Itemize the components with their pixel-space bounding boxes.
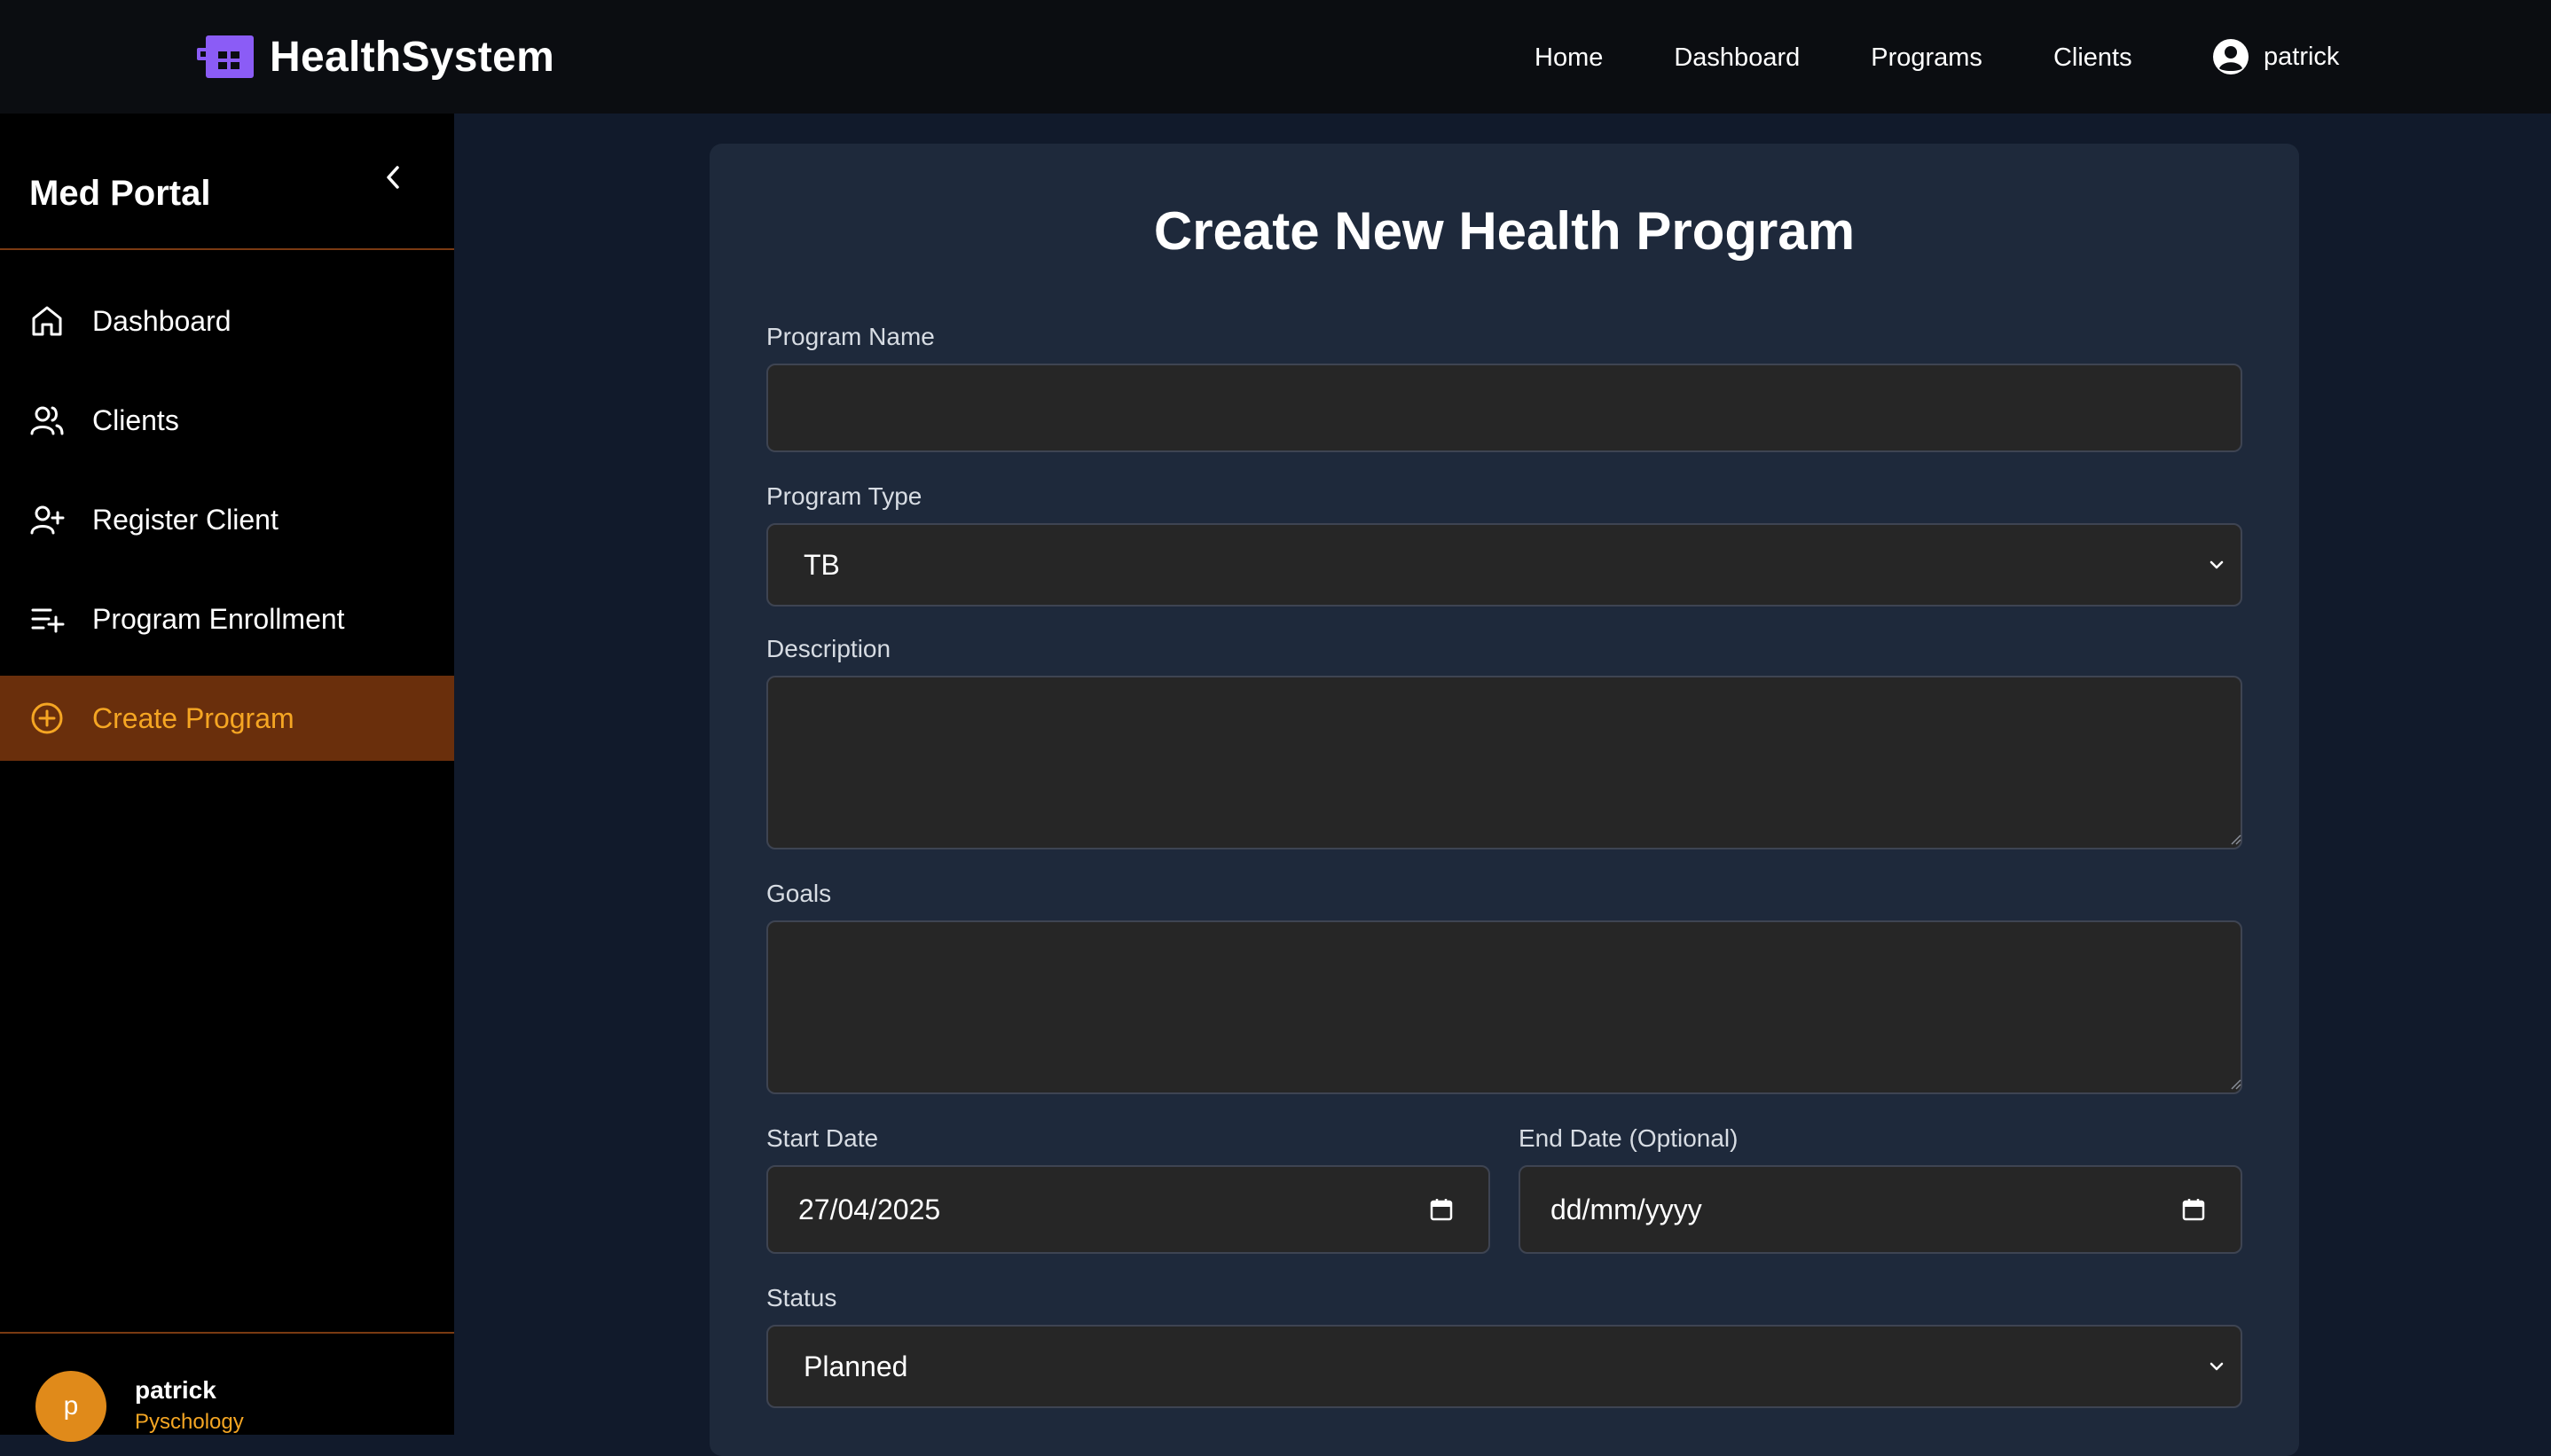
nav-home-link[interactable]: Home (1535, 43, 1603, 73)
program-type-label: Program Type (766, 482, 922, 510)
calendar-icon[interactable] (2180, 1196, 2207, 1223)
chevron-down-icon (2210, 1362, 2224, 1371)
nav-dashboard-link[interactable]: Dashboard (1674, 43, 1800, 73)
status-value: Planned (804, 1350, 908, 1382)
profile-name: patrick (135, 1376, 216, 1404)
chevron-left-icon (387, 166, 399, 189)
goals-label: Goals (766, 880, 832, 907)
page-title: Create New Health Program (1153, 201, 1856, 261)
user-circle-icon (2213, 39, 2249, 74)
puzzle-logo-icon (197, 35, 254, 78)
sidebar-user-profile[interactable]: p patrick Pyschology (0, 1332, 454, 1442)
resize-grip-icon[interactable] (2228, 1076, 2242, 1091)
sidebar-item-label: Dashboard (92, 304, 232, 337)
profile-role: Pyschology (135, 1410, 244, 1434)
start-date-value: 27/04/2025 (798, 1193, 941, 1225)
end-date-value: dd/mm/yyyy (1550, 1193, 1702, 1225)
sidebar-item-clients[interactable]: Clients (0, 378, 454, 463)
brand[interactable]: HealthSystem (197, 30, 554, 83)
plus-circle-icon (28, 700, 66, 737)
program-type-value: TB (804, 548, 840, 581)
sidebar-title: Med Portal (29, 174, 211, 213)
sidebar-item-register-client[interactable]: Register Client (0, 477, 454, 562)
sidebar-item-label: Program Enrollment (92, 602, 345, 635)
description-label: Description (766, 635, 891, 662)
top-navbar: HealthSystem Home Dashboard Programs Cli… (0, 0, 2551, 114)
sidebar-collapse-button[interactable] (376, 158, 412, 197)
description-textarea[interactable] (766, 676, 2242, 849)
sidebar-item-label: Register Client (92, 503, 279, 536)
sidebar-item-program-enrollment[interactable]: Program Enrollment (0, 576, 454, 661)
avatar: p (35, 1371, 106, 1442)
end-date-label: End Date (Optional) (1519, 1124, 1739, 1152)
program-type-select[interactable]: TB (766, 523, 2242, 607)
sidebar: Med Portal Dashboard Clients Register Cl… (0, 114, 454, 1442)
status-label: Status (766, 1284, 837, 1311)
sidebar-item-label: Clients (92, 403, 179, 436)
top-nav: Home Dashboard Programs Clients (1535, 35, 2203, 80)
start-date-input[interactable]: 27/04/2025 (766, 1165, 1490, 1254)
user-plus-icon (28, 501, 66, 538)
user-menu[interactable]: patrick (2212, 36, 2339, 77)
sidebar-item-create-program[interactable]: Create Program (0, 676, 454, 761)
sidebar-item-label: Create Program (92, 701, 294, 734)
program-name-input[interactable] (766, 364, 2242, 452)
resize-grip-icon[interactable] (2228, 832, 2242, 846)
nav-programs-link[interactable]: Programs (1871, 43, 1982, 73)
start-date-label: Start Date (766, 1124, 879, 1152)
program-name-label: Program Name (766, 323, 935, 350)
sidebar-header: Med Portal (0, 114, 454, 250)
nav-clients-link[interactable]: Clients (2053, 43, 2132, 73)
chevron-down-icon (2210, 560, 2224, 569)
users-icon (28, 402, 66, 439)
list-plus-icon (28, 600, 66, 638)
goals-textarea[interactable] (766, 920, 2242, 1094)
calendar-icon[interactable] (1428, 1196, 1455, 1223)
end-date-input[interactable]: dd/mm/yyyy (1519, 1165, 2242, 1254)
status-select[interactable]: Planned (766, 1325, 2242, 1408)
brand-name: HealthSystem (270, 33, 555, 81)
home-icon (28, 302, 66, 340)
sidebar-item-dashboard[interactable]: Dashboard (0, 278, 454, 364)
user-menu-name: patrick (2264, 42, 2340, 71)
create-program-form: Create New Health Program Program Name P… (710, 144, 2299, 1456)
